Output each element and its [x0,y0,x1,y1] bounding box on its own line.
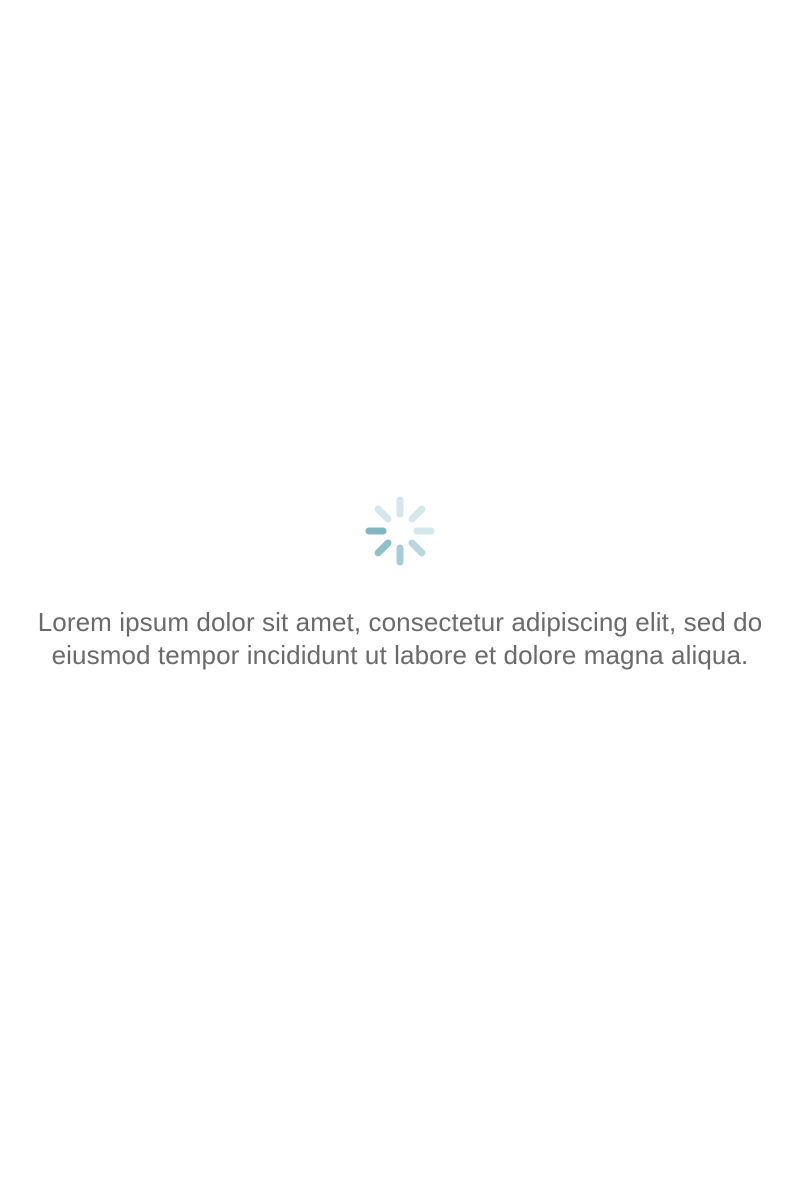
spinner-spoke [408,505,426,523]
loading-message: Lorem ipsum dolor sit amet, consectetur … [37,607,763,670]
loading-screen: Lorem ipsum dolor sit amet, consectetur … [0,0,800,1200]
spinner-spoke [374,505,392,523]
spinner-spoke [408,539,426,557]
loading-indicator-group: Lorem ipsum dolor sit amet, consectetur … [0,494,800,672]
spinner-spoke [374,539,392,557]
activity-spinner-icon [365,496,435,566]
